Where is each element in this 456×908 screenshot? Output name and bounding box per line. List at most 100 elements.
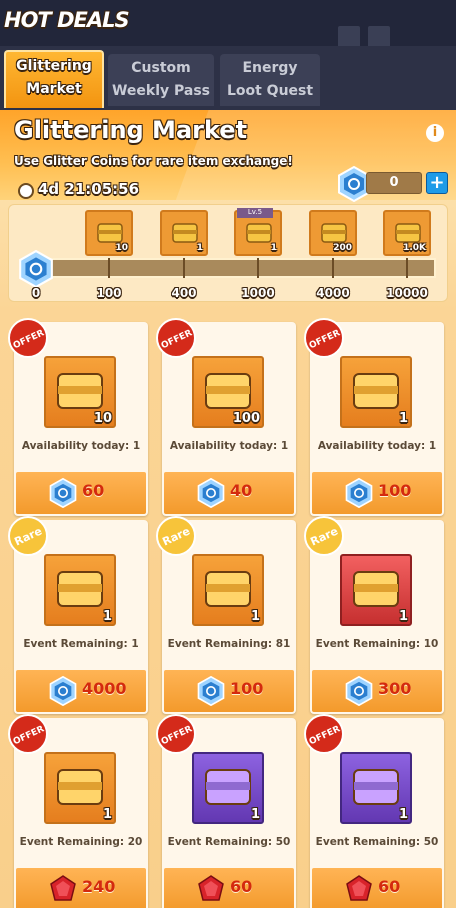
offer-badge: OFFER: [304, 318, 344, 358]
item-icon-box: 1: [340, 554, 412, 626]
event-timer: 4d 21:05:56: [38, 180, 140, 198]
add-coins-button[interactable]: +: [426, 172, 448, 194]
milestone-reward[interactable]: 200: [309, 210, 357, 256]
item-icon-box: 1: [192, 554, 264, 626]
level-tag: Lv.5: [237, 208, 273, 218]
shop-item-card[interactable]: OFFER 1 Event Remaining: 50 60: [156, 714, 296, 908]
item-price: 60: [230, 877, 253, 896]
offer-badge: OFFER: [8, 318, 48, 358]
milestone-progress-bar: [36, 258, 436, 278]
glitter-coin-icon: [345, 676, 373, 706]
tab-label: Glittering: [16, 58, 92, 74]
offer-badge: OFFER: [304, 714, 344, 754]
item-icon-box: 1: [340, 356, 412, 428]
tab-energy-loot-quest[interactable]: Energy Loot Quest: [220, 54, 320, 106]
reward-count: 200: [333, 243, 352, 253]
item-icon-box: 1: [340, 752, 412, 824]
milestone-reward[interactable]: 1: [160, 210, 208, 256]
item-availability: Event Remaining: 20: [19, 836, 143, 848]
ruby-icon: [50, 875, 76, 901]
page-title: HOT DEALS: [4, 8, 130, 32]
tab-label: Market: [26, 81, 82, 97]
glitter-coin-icon: [19, 250, 53, 288]
item-price: 4000: [82, 679, 127, 698]
item-availability: Event Remaining: 50: [167, 836, 291, 848]
item-count: 1: [398, 411, 408, 426]
buy-button[interactable]: 100: [164, 670, 294, 712]
item-count: 1: [250, 609, 260, 624]
buy-button[interactable]: 60: [164, 868, 294, 908]
rare-badge: Rare: [156, 516, 196, 556]
reward-count: 1.0K: [403, 243, 426, 253]
item-count: 10: [93, 411, 112, 426]
clock-icon: [18, 183, 34, 199]
tab-custom-weekly-pass[interactable]: Custom Weekly Pass: [108, 54, 214, 106]
shop-item-card[interactable]: Rare 1 Event Remaining: 81 100: [156, 516, 296, 714]
tab-label: Energy: [242, 60, 298, 76]
buy-button[interactable]: 100: [312, 472, 442, 514]
buy-button[interactable]: 300: [312, 670, 442, 712]
item-count: 100: [232, 411, 260, 426]
shop-item-card[interactable]: OFFER 1 Event Remaining: 50 60: [304, 714, 444, 908]
buy-button[interactable]: 60: [16, 472, 146, 514]
milestone-threshold-label: 400: [171, 286, 197, 300]
item-availability: Event Remaining: 81: [167, 638, 291, 650]
milestone-tick: [406, 258, 408, 278]
shop-item-card[interactable]: OFFER 10 Availability today: 1 60: [8, 318, 148, 516]
buy-button[interactable]: 60: [312, 868, 442, 908]
buy-button[interactable]: 240: [16, 868, 146, 908]
glitter-coin-icon: [345, 478, 373, 508]
reward-count: 10: [115, 243, 128, 253]
top-bar: HOT DEALS: [0, 0, 456, 62]
shop-item-card[interactable]: Rare 1 Event Remaining: 10 300: [304, 516, 444, 714]
item-icon-box: 1: [44, 554, 116, 626]
item-count: 1: [398, 609, 408, 624]
shop-item-card[interactable]: Rare 1 Event Remaining: 1 4000: [8, 516, 148, 714]
milestone-reward[interactable]: 10: [85, 210, 133, 256]
item-price: 60: [378, 877, 401, 896]
item-price: 300: [378, 679, 412, 698]
item-price: 240: [82, 877, 116, 896]
offer-badge: OFFER: [156, 318, 196, 358]
milestone-reward[interactable]: 1.0K: [383, 210, 431, 256]
item-availability: Event Remaining: 1: [23, 638, 139, 650]
item-price: 100: [230, 679, 264, 698]
rare-badge: Rare: [8, 516, 48, 556]
item-availability: Availability today: 1: [317, 440, 437, 452]
tab-label: Weekly Pass: [111, 83, 211, 99]
reward-count: 1: [196, 243, 203, 253]
market-subtitle: Use Glitter Coins for rare item exchange…: [14, 154, 293, 168]
buy-button[interactable]: 4000: [16, 670, 146, 712]
shop-item-card[interactable]: OFFER 1 Availability today: 1 100: [304, 318, 444, 516]
glitter-coin-icon: [49, 676, 77, 706]
item-price: 60: [82, 481, 105, 500]
milestone-threshold-label: 100: [96, 286, 122, 300]
item-icon-box: 1: [192, 752, 264, 824]
tab-label: Loot Quest: [226, 83, 314, 99]
milestone-tick: [108, 258, 110, 278]
coin-balance: 0: [366, 172, 422, 194]
item-price: 40: [230, 481, 253, 500]
chest-icon: [172, 223, 198, 243]
item-icon-box: 1: [44, 752, 116, 824]
reward-count: 1: [270, 243, 277, 253]
buy-button[interactable]: 40: [164, 472, 294, 514]
item-count: 1: [102, 807, 112, 822]
info-button[interactable]: i: [426, 124, 444, 142]
shop-item-card[interactable]: OFFER 100 Availability today: 1 40: [156, 318, 296, 516]
item-icon-box: 10: [44, 356, 116, 428]
milestone-threshold-label: 1000: [241, 286, 275, 300]
tab-glittering-market[interactable]: Glittering Market: [4, 50, 104, 108]
ruby-icon: [346, 875, 372, 901]
milestone-threshold-label: 10000: [386, 286, 428, 300]
shop-item-card[interactable]: OFFER 1 Event Remaining: 20 240: [8, 714, 148, 908]
lv5-chest-icon: [246, 223, 272, 243]
ruby-icon: [198, 875, 224, 901]
item-count: 1: [102, 609, 112, 624]
rare-badge: Rare: [304, 516, 344, 556]
item-availability: Availability today: 1: [169, 440, 289, 452]
milestone-tick: [183, 258, 185, 278]
item-icon-box: 100: [192, 356, 264, 428]
milestone-tick: [257, 258, 259, 278]
glitter-coin-icon: [197, 676, 225, 706]
